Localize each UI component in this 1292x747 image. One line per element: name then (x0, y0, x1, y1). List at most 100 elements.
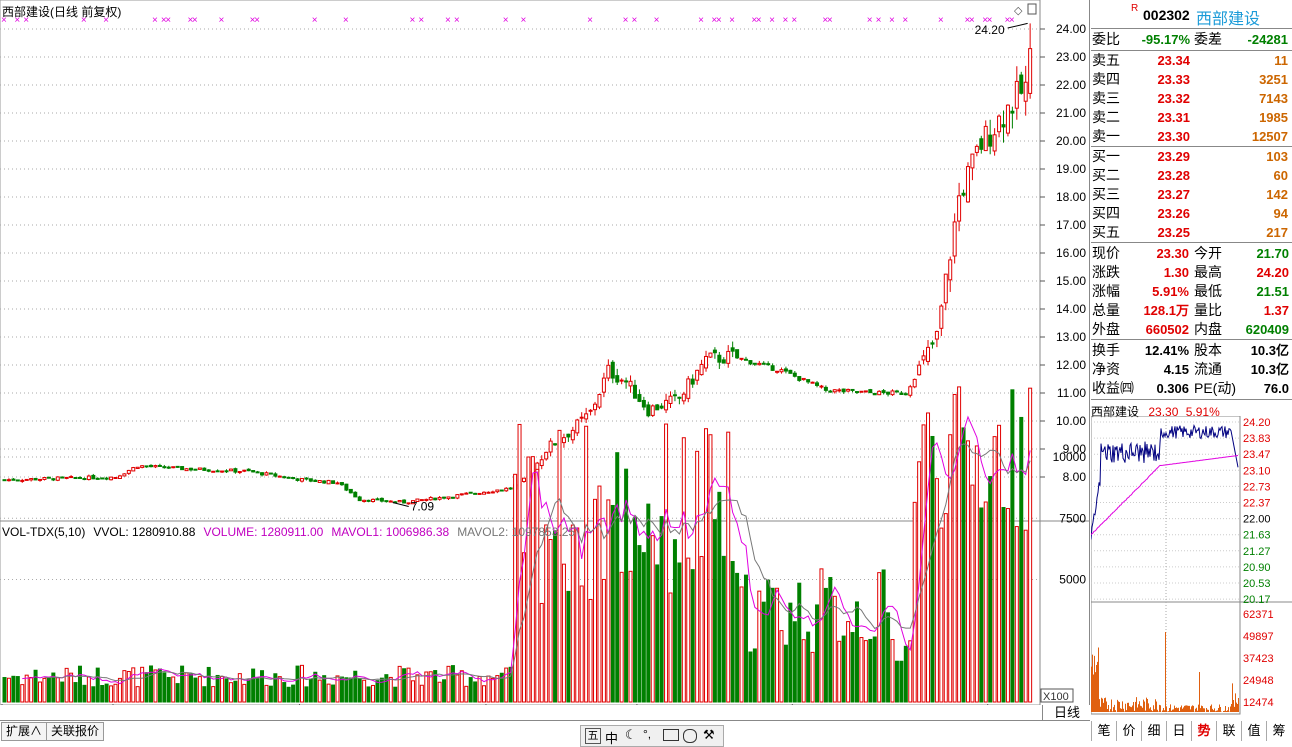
kline-svg[interactable]: 24.00 23.00 22.00 21.00 20.00 19.00 18.00 17.00… (0, 0, 1090, 705)
user-icon[interactable] (683, 729, 697, 743)
candle-body (579, 416, 584, 419)
sell-row-4[interactable]: 卖四 23.33 3251 (1091, 70, 1292, 89)
stat-row-4-value1: 660502 (1145, 322, 1189, 337)
buy-row-1-label: 买一 (1092, 148, 1120, 164)
sell-row-5[interactable]: 卖五 23.34 11 (1091, 51, 1292, 70)
ime-wubi-icon[interactable]: 五 (585, 728, 601, 744)
event-marker: × (756, 15, 762, 26)
right-tab-4[interactable]: 势 (1191, 721, 1216, 741)
volume-bar (73, 682, 78, 703)
buy-row-4[interactable]: 买四 23.26 94 (1091, 204, 1292, 223)
candle-body (624, 380, 629, 383)
wrench-icon[interactable]: ⚒ (703, 727, 715, 743)
candle-body (548, 440, 553, 453)
volume-bar (819, 568, 824, 703)
volume-bar (464, 685, 469, 703)
buy-row-5-vol: 217 (1266, 225, 1288, 240)
buy-row-1[interactable]: 买一 23.29 103 (1091, 147, 1292, 166)
event-marker: × (409, 15, 415, 26)
volume-bar (362, 679, 367, 703)
candle-body (837, 389, 842, 392)
sell-row-3[interactable]: 卖三 23.32 7143 (1091, 89, 1292, 108)
right-tab-5[interactable]: 联 (1216, 721, 1241, 741)
volume-bar (854, 601, 859, 703)
price-axis-label: 21.00 (1056, 106, 1086, 120)
stat-row-1: 涨跌 1.30 最高 24.20 (1091, 263, 1292, 282)
candle-body (952, 221, 957, 257)
volume-bar (588, 598, 593, 703)
price-axis-label: 19.00 (1056, 162, 1086, 176)
candle-body (15, 479, 20, 482)
volume-bar (1019, 416, 1024, 703)
volume-bar (2, 677, 7, 703)
candle-body (668, 395, 673, 404)
kline-chart-area[interactable]: 西部建设(日线 前复权) 24.00 23.00 22.00 21.00 20.00 19… (0, 0, 1090, 705)
candle-body (730, 347, 735, 352)
buy-row-2[interactable]: 买二 23.28 60 (1091, 166, 1292, 185)
candle-body (251, 470, 256, 473)
candle-body (46, 476, 51, 479)
candle-body (246, 468, 251, 472)
volume-bar (242, 683, 247, 703)
right-tab-6[interactable]: 值 (1241, 721, 1266, 741)
volume-bar (95, 667, 100, 703)
volume-bar (371, 684, 376, 703)
sell-row-3-price: 23.32 (1157, 91, 1190, 106)
right-tab-2[interactable]: 细 (1141, 721, 1166, 741)
volume-bar (348, 677, 353, 703)
volume-bar (561, 563, 566, 703)
sell-row-2[interactable]: 卖二 23.31 1985 (1091, 108, 1292, 127)
volume-bar (490, 677, 495, 703)
mini-avg-line (1091, 455, 1239, 535)
volume-bar (202, 686, 207, 703)
buy-row-1-price: 23.29 (1157, 149, 1190, 164)
candle-body (273, 473, 278, 477)
candle-body (388, 500, 393, 503)
sell-row-2-price: 23.31 (1157, 110, 1190, 125)
keyboard-icon[interactable] (663, 729, 679, 741)
intraday-chart[interactable]: 24.20 23.83 23.47 23.10 22.73 22.37 22.00 21.63… (1091, 416, 1292, 716)
volume-bar (468, 677, 473, 703)
volume-bar (903, 645, 908, 703)
buy-row-5[interactable]: 买五 23.25 217 (1091, 223, 1292, 242)
volume-bar (934, 478, 939, 703)
related-quote-tab[interactable]: 关联报价 (46, 722, 105, 741)
candle-body (704, 355, 709, 369)
right-tab-1[interactable]: 价 (1116, 721, 1141, 741)
ime-toolbar[interactable]: 五 中 ☾ °, ⚒ (580, 725, 724, 747)
volume-bar (77, 665, 82, 703)
buy-row-2-price: 23.28 (1157, 168, 1190, 183)
candle-body (224, 470, 229, 473)
moon-icon[interactable]: ☾ (625, 727, 637, 743)
period-label[interactable]: 日线 (1042, 705, 1091, 721)
volume-bar (899, 660, 904, 703)
candle-body (468, 491, 473, 494)
stat-row-1-value2: 24.20 (1256, 265, 1289, 280)
punctuation-icon[interactable]: °, (643, 727, 651, 741)
vol-axis-label: 10000 (1053, 450, 1087, 464)
event-marker: × (1, 15, 7, 26)
candle-body (82, 478, 87, 481)
stock-name[interactable]: 西部建设 (1196, 5, 1260, 29)
volume-bar (100, 684, 105, 703)
volume-bar (775, 587, 780, 703)
right-tab-7[interactable]: 筹 (1266, 721, 1291, 741)
candle-body (841, 388, 846, 393)
volume-bar (282, 682, 287, 703)
buy-row-3[interactable]: 买三 23.27 142 (1091, 185, 1292, 204)
candle-body (974, 145, 979, 153)
bottom-bar: 扩展∧ 关联报价 日线 五 中 ☾ °, ⚒ 笔价细日势联值筹 (0, 705, 1292, 747)
ime-chinese-icon[interactable]: 中 (605, 728, 618, 747)
right-tab-0[interactable]: 笔 (1091, 721, 1116, 741)
stat-row-3-label1: 总量 (1092, 302, 1120, 318)
volume-bar (322, 675, 327, 703)
stat2-row-0: 换手 12.41% 股本 10.3亿 (1091, 341, 1292, 360)
sell-row-1[interactable]: 卖一 23.30 12507 (1091, 127, 1292, 146)
expand-tab[interactable]: 扩展∧ (1, 722, 48, 741)
candle-body (877, 390, 882, 396)
right-tab-3[interactable]: 日 (1166, 721, 1191, 741)
event-marker: × (254, 15, 260, 26)
volume-bar (526, 456, 531, 703)
candle-body (299, 478, 304, 482)
volume-bar (46, 676, 51, 703)
